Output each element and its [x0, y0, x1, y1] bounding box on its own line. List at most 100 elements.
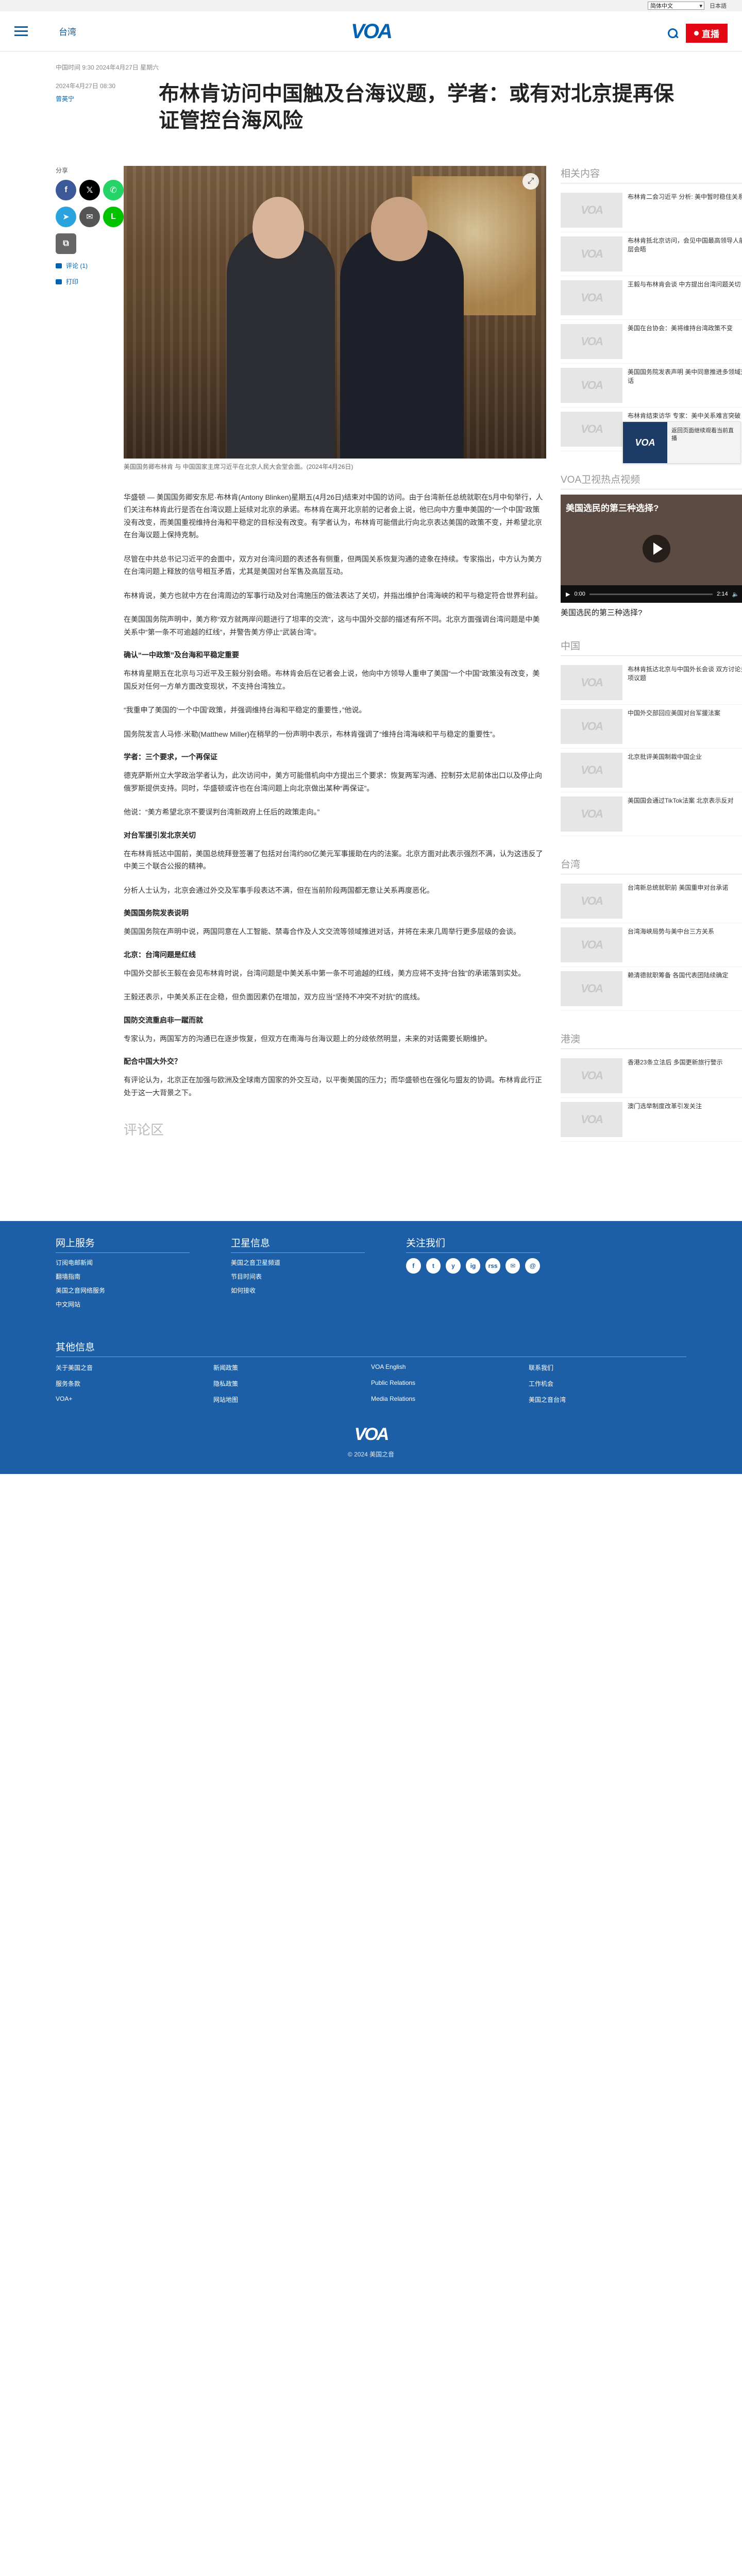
article-meta: 2024年4月27日 08:30 曾英宁 [56, 73, 159, 134]
footer-link[interactable]: VOA English [371, 1363, 529, 1372]
list-item[interactable]: VOA 布林肯二会习近平 分析: 美中暂时稳住关系 [561, 189, 742, 232]
list-item[interactable]: VOA 中国外交部回应美国对台军援法案 [561, 705, 742, 749]
hero-image[interactable]: ⤢ [124, 166, 546, 459]
list-item[interactable]: VOA 美国国会通过TikTok法案 北京表示反对 [561, 792, 742, 836]
video-controls: ▶ 0:00 2:14 🔈 ⛶ [561, 585, 742, 603]
author-link[interactable]: 曾英宁 [56, 94, 159, 103]
list-item[interactable]: VOA 台湾新总统就职前 美国重申对台承诺 [561, 879, 742, 923]
section-link[interactable]: 台湾 [59, 25, 76, 38]
header-actions: 直播 [667, 24, 728, 43]
list-item[interactable]: VOA 香港23条立法后 多国更新旅行警示 [561, 1054, 742, 1098]
menu-icon[interactable] [14, 26, 28, 36]
line-icon[interactable]: L [103, 207, 124, 227]
list-item[interactable]: VOA 美国在台协会：美将维持台湾政策不变 [561, 320, 742, 364]
footer-link[interactable]: 美国之音网络服务 [56, 1286, 190, 1295]
whatsapp-icon[interactable]: ✆ [103, 180, 124, 200]
email-icon[interactable]: ✉ [79, 207, 100, 227]
thumbnail: VOA [561, 665, 622, 700]
play-small-icon[interactable]: ▶ [566, 591, 570, 598]
list-item-title: 赖清德就职筹备 各国代表团陆续确定 [628, 972, 729, 979]
footer-link[interactable]: 联系我们 [529, 1363, 686, 1372]
article-body: 华盛顿 — 美国国务卿安东尼·布林肯(Antony Blinken)星期五(4月… [124, 491, 546, 1099]
language-select[interactable]: 简体中文 ▾ [648, 2, 704, 10]
expand-icon[interactable]: ⤢ [522, 173, 539, 190]
logo-text: VOA [351, 20, 393, 43]
social-icon[interactable]: f [406, 1258, 421, 1274]
footer-link[interactable]: Public Relations [371, 1379, 529, 1388]
article-paragraph: 有评论认为，北京正在加强与欧洲及全球南方国家的外交互动，以平衡美国的压力；而华盛… [124, 1076, 542, 1097]
china-heading[interactable]: 中国 [561, 638, 742, 656]
list-item[interactable]: VOA 台湾海峡局势与美中台三方关系 [561, 923, 742, 967]
footer-logo[interactable]: VOA [355, 1425, 390, 1445]
comments-section-title: 评论区 [124, 1122, 164, 1138]
footer-link[interactable]: 工作机会 [529, 1379, 686, 1388]
video-progress[interactable] [589, 593, 713, 595]
thumbnail: VOA [561, 1102, 622, 1137]
footer-link[interactable]: 美国之音卫星频道 [231, 1258, 365, 1267]
article-paragraph: 国务院发言人马修·米勒(Matthew Miller)在稍早的一份声明中表示，布… [124, 730, 500, 738]
video-heading[interactable]: VOA卫视热点视频 [561, 472, 742, 489]
social-icon[interactable]: ✉ [505, 1258, 520, 1274]
footer-link[interactable]: 订阅电邮新闻 [56, 1258, 190, 1267]
list-item[interactable]: VOA 布林肯抵北京访问，会见中国最高领导人前高层会晤 [561, 232, 742, 276]
facebook-icon[interactable]: f [56, 180, 76, 200]
social-icon[interactable]: y [446, 1258, 461, 1274]
print-link[interactable]: 打印 [56, 277, 124, 286]
list-item[interactable]: VOA 布林肯抵达北京与中国外长会谈 双方讨论多项议题 [561, 661, 742, 705]
voa-logo[interactable]: VOA [346, 20, 396, 43]
search-icon[interactable] [667, 28, 679, 39]
video-overlay-title: 美国选民的第三种选择? [566, 503, 659, 513]
footer-more-title: 其他信息 [56, 1340, 686, 1358]
comments-link[interactable]: 评论 (1) [56, 261, 124, 270]
list-item[interactable]: VOA 赖清德就职筹备 各国代表团陆续确定 [561, 967, 742, 1011]
footer-link[interactable]: 节目时间表 [231, 1272, 365, 1281]
voa-placeholder-icon: VOA [581, 720, 603, 733]
social-icon[interactable]: t [426, 1258, 441, 1274]
list-item[interactable]: VOA 美国国务院发表声明 美中同意推进多领域对话 [561, 364, 742, 408]
live-pip[interactable]: VOA 返回页面继续观看当前直播 [622, 421, 741, 464]
social-icon[interactable]: @ [525, 1258, 541, 1274]
thumbnail: VOA [561, 753, 622, 788]
section-heading: 学者：三个要求，一个再保证 [124, 753, 217, 761]
article-paragraph: 布林肯说，美方也就中方在台湾周边的军事行动及对台湾施压的做法表达了关切，并指出维… [124, 591, 542, 600]
list-item[interactable]: VOA 北京批评美国制裁中国企业 [561, 749, 742, 792]
taiwan-heading[interactable]: 台湾 [561, 857, 742, 874]
video-caption[interactable]: 美国选民的第三种选择? [561, 607, 742, 618]
footer-link[interactable]: 网站地图 [213, 1395, 371, 1404]
thumbnail: VOA [561, 796, 622, 832]
copy-link-icon[interactable]: ⧉ [56, 233, 76, 254]
list-item[interactable]: VOA 王毅与布林肯会谈 中方提出台湾问题关切 [561, 276, 742, 320]
social-icon[interactable]: rss [485, 1258, 500, 1274]
footer-link[interactable]: 如何接收 [231, 1286, 365, 1295]
external-language-link[interactable]: 日本語 [710, 2, 727, 10]
play-icon[interactable] [643, 535, 670, 563]
footer-link[interactable]: 翻墙指南 [56, 1272, 190, 1281]
footer-link[interactable]: 隐私政策 [213, 1379, 371, 1388]
thumbnail: VOA [561, 324, 622, 359]
voa-placeholder-icon: VOA [581, 291, 603, 304]
list-item-title: 澳门选举制度改革引发关注 [628, 1103, 702, 1110]
social-icon[interactable]: ig [465, 1258, 481, 1274]
telegram-icon[interactable]: ➤ [56, 207, 76, 227]
list-item-title: 布林肯抵达北京与中国外长会谈 双方讨论多项议题 [628, 666, 742, 682]
video-player[interactable]: 美国选民的第三种选择? ▶ 0:00 2:14 🔈 ⛶ [561, 495, 742, 603]
voa-placeholder-icon: VOA [581, 1113, 603, 1126]
volume-icon[interactable]: 🔈 [732, 591, 739, 598]
footer-link[interactable]: 中文网站 [56, 1300, 190, 1309]
list-item-title: 王毅与布林肯会谈 中方提出台湾问题关切 [628, 281, 741, 288]
footer-link[interactable]: 服务条款 [56, 1379, 213, 1388]
x-twitter-icon[interactable]: 𝕏 [79, 180, 100, 200]
chevron-down-icon: ▾ [699, 3, 702, 9]
footer-link[interactable]: 美国之音台湾 [529, 1395, 686, 1404]
video-block: VOA卫视热点视频 美国选民的第三种选择? ▶ 0:00 2:14 🔈 ⛶ 美国… [561, 472, 742, 618]
thumbnail: VOA [561, 709, 622, 744]
china-block: 中国 VOA 布林肯抵达北京与中国外长会谈 双方讨论多项议题 VOA 中国外交部回应美… [561, 638, 742, 836]
live-button[interactable]: 直播 [686, 24, 728, 43]
footer-link[interactable]: 新闻政策 [213, 1363, 371, 1372]
footer-link[interactable]: 关于美国之音 [56, 1363, 213, 1372]
footer-link[interactable]: Media Relations [371, 1395, 529, 1404]
footer-link[interactable]: VOA+ [56, 1395, 213, 1404]
live-dot-icon [694, 31, 699, 36]
hongkong-heading[interactable]: 港澳 [561, 1031, 742, 1049]
list-item[interactable]: VOA 澳门选举制度改革引发关注 [561, 1098, 742, 1142]
